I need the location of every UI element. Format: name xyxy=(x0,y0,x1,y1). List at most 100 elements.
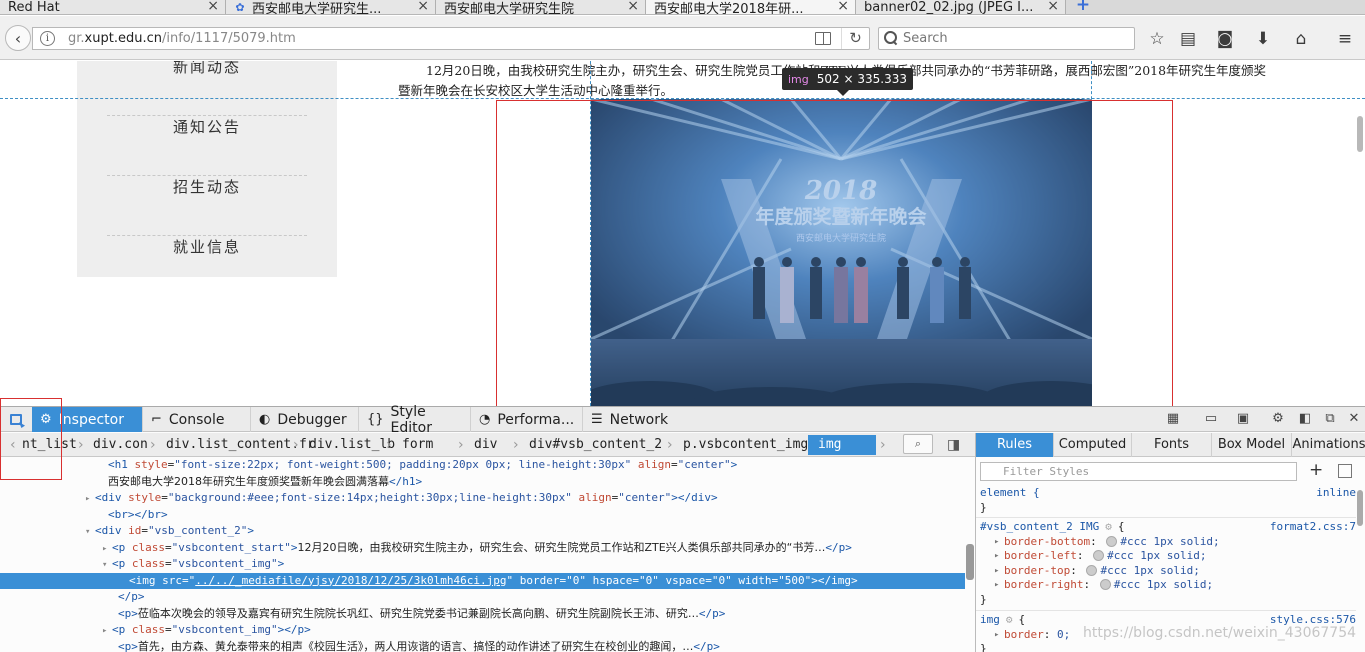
markup-line[interactable]: 西安邮电大学2018年研究生年度颁奖暨新年晚会圆满落幕</h1> xyxy=(0,474,965,491)
close-tab-icon[interactable]: × xyxy=(627,0,639,14)
new-tab-button[interactable]: + xyxy=(1073,0,1093,14)
split-console-icon[interactable]: ▭ xyxy=(1203,411,1219,427)
markup-line[interactable]: ▸ <p class="vsbcontent_start">12月20日晚，由我校… xyxy=(0,540,965,557)
markup-line[interactable]: <br></br> xyxy=(0,507,965,524)
markup-node[interactable]: <div id="vsb_content_2"> xyxy=(95,524,254,537)
rule-source[interactable]: inline xyxy=(1316,486,1356,501)
tab-xupt-grad-2[interactable]: 西安邮电大学研究生院 × xyxy=(436,0,646,14)
breadcrumb-item-active[interactable]: img xyxy=(808,435,876,455)
breadcrumb-item[interactable]: form xyxy=(402,435,433,455)
tab-xupt-2018-gala[interactable]: 西安邮电大学2018年研... × xyxy=(646,0,856,14)
rule-gear-icon[interactable]: ⚙ xyxy=(1006,613,1013,628)
pocket-icon[interactable]: ◙ xyxy=(1215,29,1235,49)
markup-line[interactable]: <h1 style="font-size:22px; font-weight:5… xyxy=(0,458,965,474)
property-value[interactable]: #ccc 1px solid; xyxy=(1107,549,1206,562)
breadcrumb-item[interactable]: div#vsb_content_2 xyxy=(529,435,662,455)
rule-selector[interactable]: img xyxy=(980,613,1000,626)
property-value[interactable]: #ccc 1px solid; xyxy=(1114,578,1213,591)
settings-gear-icon[interactable]: ⚙ xyxy=(1270,411,1286,427)
color-swatch-icon[interactable] xyxy=(1106,535,1118,547)
markup-line[interactable]: ▸ <div style="background:#eee;font-size:1… xyxy=(0,490,965,507)
tab-rules[interactable]: Rules xyxy=(976,433,1054,457)
markup-node[interactable]: <img src="../../_mediafile/yjsy/2018/12/… xyxy=(129,574,858,587)
rule-property[interactable]: border-right: #ccc 1px solid; xyxy=(980,578,1360,593)
search-input[interactable] xyxy=(903,30,1123,47)
color-swatch-icon[interactable] xyxy=(1086,564,1098,576)
property-name[interactable]: border-left xyxy=(1004,549,1077,562)
markup-node[interactable]: <h1 style="font-size:22px; font-weight:5… xyxy=(108,458,737,471)
property-name[interactable]: border-top xyxy=(1004,564,1070,577)
separate-window-icon[interactable]: ⧉ xyxy=(1322,411,1338,427)
filter-styles-input[interactable]: Filter Styles xyxy=(980,462,1297,481)
markup-node[interactable]: </p> xyxy=(118,590,145,603)
property-value[interactable]: #ccc 1px solid; xyxy=(1120,535,1219,548)
tab-style-editor[interactable]: {} Style Editor xyxy=(359,404,471,436)
markup-line[interactable]: <p>莅临本次晚会的领导及嘉宾有研究生院院长巩红、研究生院党委书记兼副院长高向鹏… xyxy=(0,606,965,623)
home-icon[interactable]: ⌂ xyxy=(1291,29,1311,49)
color-swatch-icon[interactable] xyxy=(1093,550,1105,561)
breadcrumb-scroll-right-icon[interactable]: › xyxy=(880,435,886,455)
close-tab-icon[interactable]: × xyxy=(417,0,429,14)
markup-line[interactable]: </p> xyxy=(0,589,965,606)
tab-box-model[interactable]: Box Model xyxy=(1212,433,1292,457)
expanded-twisty-icon[interactable]: ▾ xyxy=(102,557,112,574)
property-name[interactable]: border-bottom xyxy=(1004,535,1090,548)
markup-node[interactable]: <p class="vsbcontent_img"> xyxy=(112,557,284,570)
tab-banner-jpeg[interactable]: banner02_02.jpg (JPEG I... × xyxy=(856,0,1066,14)
rules-scrollbar[interactable] xyxy=(1357,490,1363,526)
toggle-sidebar-icon[interactable]: ◨ xyxy=(947,435,960,455)
rule-source[interactable]: format2.css:7 xyxy=(1270,520,1356,535)
search-bar[interactable] xyxy=(878,27,1135,50)
rule-property[interactable]: border-top: #ccc 1px solid; xyxy=(980,564,1360,579)
url-text[interactable]: gr.xupt.edu.cn/info/1117/5079.htm xyxy=(68,31,296,46)
reload-icon[interactable]: ↻ xyxy=(841,28,869,49)
sidebar-item-employment[interactable]: 就业信息 xyxy=(107,236,307,296)
reader-view-icon[interactable] xyxy=(815,32,831,45)
back-button[interactable]: ‹ xyxy=(5,25,31,51)
collapsed-twisty-icon[interactable]: ▸ xyxy=(102,541,112,558)
menu-icon[interactable]: ≡ xyxy=(1335,29,1355,49)
markup-line[interactable]: <p>首先，由方森、黄允泰带来的相声《校园生活》，两人用诙谐的语言、搞怪的动作讲… xyxy=(0,639,965,652)
tab-computed[interactable]: Computed xyxy=(1054,433,1132,457)
tab-debugger[interactable]: ◐ Debugger xyxy=(251,407,359,432)
breadcrumb-item[interactable]: div xyxy=(474,435,497,455)
property-value[interactable]: #ccc 1px solid; xyxy=(1100,564,1199,577)
responsive-mode-icon[interactable]: ▦ xyxy=(1165,411,1181,427)
tab-network[interactable]: ☰ Network xyxy=(583,407,691,432)
tab-fonts[interactable]: Fonts xyxy=(1132,433,1212,457)
markup-node[interactable]: <p>莅临本次晚会的领导及嘉宾有研究生院院长巩红、研究生院党委书记兼副院长高向鹏… xyxy=(118,607,725,620)
breadcrumb-item[interactable]: div.list_lb xyxy=(309,435,395,455)
markup-node[interactable]: <div style="background:#eee;font-size:14… xyxy=(95,491,718,504)
markup-line-selected[interactable]: <img src="../../_mediafile/yjsy/2018/12/… xyxy=(0,572,965,589)
close-tab-icon[interactable]: × xyxy=(1047,0,1059,14)
rule-property[interactable]: border-left: #ccc 1px solid; xyxy=(980,549,1360,564)
url-bar[interactable]: i gr.xupt.edu.cn/info/1117/5079.htm ↻ xyxy=(32,27,870,50)
sidebar-item-admissions[interactable]: 招生动态 xyxy=(107,176,307,236)
reading-list-icon[interactable]: ▤ xyxy=(1178,29,1198,49)
breadcrumb-item[interactable]: div.con xyxy=(93,435,148,455)
tab-red-hat[interactable]: Red Hat × xyxy=(0,0,226,14)
page-scrollbar[interactable] xyxy=(1357,116,1363,152)
markup-line[interactable]: ▸ <p class="vsbcontent_img"></p> xyxy=(0,622,965,639)
add-rule-button[interactable]: + xyxy=(1309,460,1323,480)
toggle-pseudo-class-icon[interactable] xyxy=(1338,464,1352,478)
markup-node[interactable]: <br></br> xyxy=(108,508,168,521)
expanded-twisty-icon[interactable]: ▾ xyxy=(85,524,95,541)
sidebar-item-notices[interactable]: 通知公告 xyxy=(107,116,307,176)
markup-node[interactable]: <p>首先，由方森、黄允泰带来的相声《校园生活》，两人用诙谐的语言、搞怪的动作讲… xyxy=(118,640,720,652)
rule-gear-icon[interactable]: ⚙ xyxy=(1105,520,1112,535)
property-name[interactable]: border xyxy=(1004,628,1044,641)
tab-xupt-grad-1[interactable]: ✿ 西安邮电大学研究生... × xyxy=(226,0,436,14)
close-devtools-icon[interactable]: ✕ xyxy=(1346,411,1362,427)
site-info-icon[interactable]: i xyxy=(40,31,55,46)
rule-selector[interactable]: element { xyxy=(980,486,1040,499)
markup-line[interactable]: ▾ <div id="vsb_content_2"> xyxy=(0,523,965,540)
rule-selector[interactable]: #vsb_content_2 IMG xyxy=(980,520,1099,533)
markup-line[interactable]: ▾ <p class="vsbcontent_img"> xyxy=(0,556,965,573)
tab-animations[interactable]: Animations xyxy=(1292,433,1365,457)
property-value[interactable]: 0; xyxy=(1057,628,1070,641)
bookmark-star-icon[interactable]: ☆ xyxy=(1147,29,1167,49)
breadcrumb-item[interactable]: p.vsbcontent_img xyxy=(683,435,808,455)
markup-scrollbar[interactable] xyxy=(966,544,974,580)
sidebar-item-news[interactable]: 新闻动态 xyxy=(107,61,307,116)
